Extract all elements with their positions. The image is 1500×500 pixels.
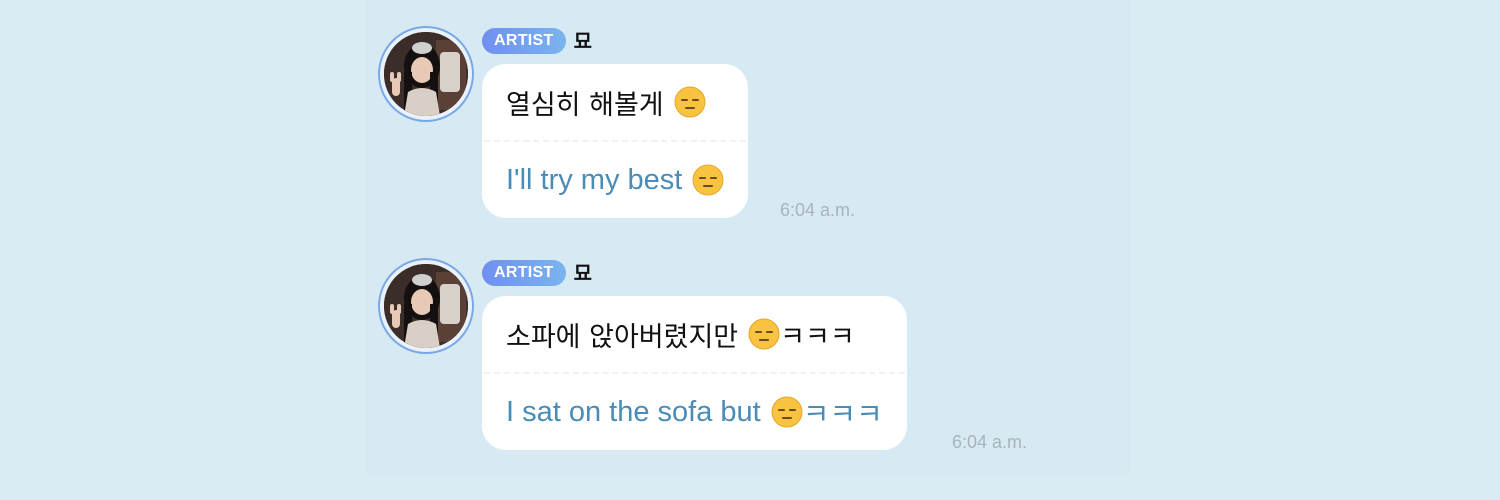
original-text: 열심히 해볼게 [506,89,664,121]
expressionless-face-icon [771,396,803,428]
original-text-row: 소파에 앉아버렸지만 ㅋㅋㅋ [482,296,907,372]
original-text-row: 열심히 해볼게 [482,64,748,140]
original-text-suffix: ㅋㅋㅋ [780,321,855,353]
sender-name: 묘 [573,29,592,53]
translation-text: I sat on the sofa but [506,395,761,428]
avatar-photo [384,264,468,348]
translation-text-row: I sat on the sofa but ㅋㅋㅋ [482,374,907,450]
artist-badge: ARTIST [482,260,566,286]
expressionless-face-icon [692,164,724,196]
avatar[interactable] [378,258,474,354]
message-timestamp: 6:04 a.m. [780,200,856,220]
message-timestamp: 6:04 a.m. [952,432,1028,452]
avatar-photo [384,32,468,116]
artist-badge: ARTIST [482,28,566,54]
expressionless-face-icon [674,86,706,118]
sender-name: 묘 [573,261,592,285]
message-bubble[interactable]: 열심히 해볼게 I'll try my best [482,64,749,218]
sender-row: ARTIST 묘 [482,28,592,54]
avatar[interactable] [378,26,474,122]
sender-row: ARTIST 묘 [482,260,592,286]
original-text: 소파에 앉아버렸지만 [506,321,739,353]
translation-text-suffix: ㅋㅋㅋ [802,399,883,431]
message-bubble[interactable]: 소파에 앉아버렸지만 ㅋㅋㅋ I sat on the sofa but ㅋㅋㅋ [482,296,907,450]
translation-text: I'll try my best [506,163,683,196]
expressionless-face-icon [748,318,780,350]
translation-text-row: I'll try my best [482,142,748,218]
